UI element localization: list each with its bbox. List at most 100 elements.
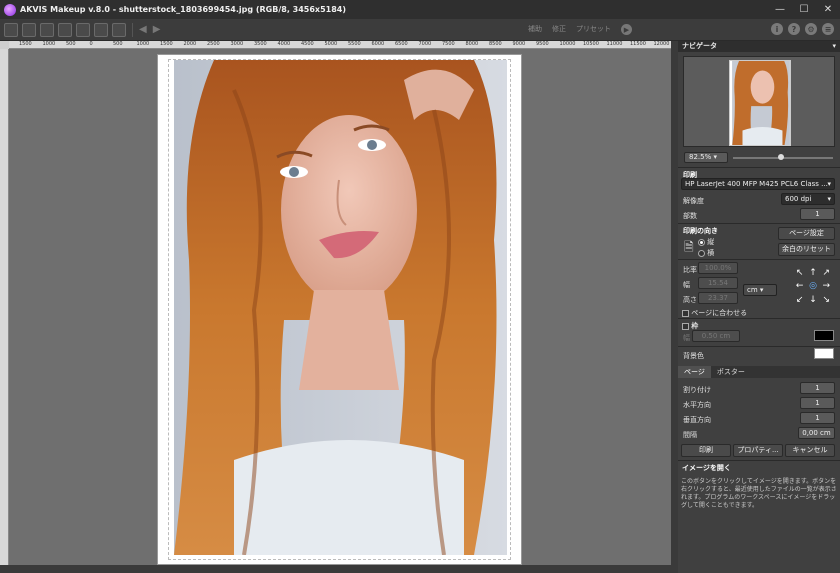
vertical-label: 垂直方向 (683, 416, 711, 424)
frame-label: 枠 (691, 322, 699, 330)
zoom-slider-thumb[interactable] (778, 154, 784, 160)
frame-color-swatch[interactable] (814, 330, 834, 341)
ruler-tick-label: 8500 (489, 41, 502, 47)
section-divider (678, 259, 840, 260)
print-button[interactable]: 印刷 (681, 444, 731, 457)
zoom-select[interactable]: 82.5% ▾ (684, 152, 728, 163)
vertical-scrollbar[interactable] (671, 41, 678, 565)
width-input[interactable]: 15.54 (698, 277, 738, 289)
navigator-header: ナビゲータ ▾ (678, 41, 840, 52)
landscape-option: 横 (698, 248, 714, 258)
frame-checkbox[interactable] (682, 322, 689, 330)
align-bottom-left-icon[interactable]: ↙ (793, 295, 806, 308)
print-icon[interactable] (58, 22, 72, 37)
fit-page-label: ページに合わせる (691, 309, 748, 317)
save-as-icon[interactable] (40, 22, 54, 37)
align-top-right-icon[interactable]: ↗ (820, 268, 833, 281)
portrait-option: 縦 (698, 237, 714, 247)
unit-select[interactable]: cm ▾ (743, 284, 777, 296)
resolution-label: 解像度 (683, 197, 704, 205)
view-mode-tab[interactable]: 補助 (528, 24, 542, 35)
chevron-down-icon: ▾ (827, 195, 831, 203)
maximize-button[interactable]: ☐ (792, 0, 816, 19)
section-divider (678, 346, 840, 347)
tab-poster[interactable]: ポスター (711, 366, 751, 378)
reset-margins-button[interactable]: 余白のリセット (778, 243, 835, 256)
canvas-area[interactable] (9, 49, 671, 565)
info-icon[interactable]: i (771, 23, 783, 35)
right-panel: ナビゲータ ▾ 82.5% ▾ 印刷 HP LaserJet 400 MFP M… (678, 41, 840, 573)
ruler-tick-label: 6500 (395, 41, 408, 47)
ruler-tick-label: 7000 (418, 41, 432, 47)
align-center-icon[interactable]: ◎ (806, 281, 819, 294)
print-page-preview (157, 54, 522, 565)
section-divider (678, 318, 840, 319)
ruler-tick-label: 3000 (230, 41, 244, 47)
undo-icon[interactable]: ◀ (139, 24, 147, 35)
align-top-left-icon[interactable]: ↖ (793, 268, 806, 281)
navigator-preview[interactable] (683, 56, 835, 147)
share-icon[interactable] (76, 22, 90, 37)
panel-toggle-icon[interactable]: ≡ (822, 23, 834, 35)
vertical-input[interactable]: 1 (800, 412, 835, 424)
horizontal-scrollbar[interactable] (0, 565, 678, 573)
batch-icon[interactable] (94, 22, 108, 37)
fit-page-checkbox[interactable] (682, 309, 689, 317)
height-input[interactable]: 23.37 (698, 292, 738, 304)
copies-label: 部数 (683, 212, 697, 220)
copies-input[interactable]: 1 (800, 208, 835, 220)
ruler-tick-label: 1500 (19, 41, 32, 47)
ruler-tick-label: 5500 (348, 41, 361, 47)
horizontal-input[interactable]: 1 (800, 397, 835, 409)
ruler-tick-label: 1000 (136, 41, 150, 47)
landscape-label: 横 (707, 249, 715, 257)
ruler-tick-label: 12000 (653, 41, 670, 47)
alignment-grid: ↖ ↑ ↗ ← ◎ → ↙ ↓ ↘ (793, 268, 833, 308)
ruler-tick-label: 9500 (536, 41, 549, 47)
run-icon[interactable]: ▶ (621, 24, 632, 35)
navigator-title: ナビゲータ (682, 42, 717, 50)
minimize-button[interactable]: — (768, 0, 792, 19)
page-setup-button[interactable]: ページ設定 (778, 227, 835, 240)
collapse-icon[interactable]: ▾ (832, 41, 836, 52)
gap-input[interactable]: 0,00 cm (798, 427, 835, 439)
redo-icon[interactable]: ▶ (153, 24, 161, 35)
ruler-tick-label: 10500 (583, 41, 599, 47)
scale-input[interactable]: 100.0% (698, 262, 738, 274)
save-file-icon[interactable] (22, 22, 36, 37)
background-color-swatch[interactable] (814, 348, 834, 359)
close-button[interactable]: ✕ (816, 0, 840, 19)
portrait-radio[interactable] (698, 238, 705, 246)
align-right-icon[interactable]: → (820, 281, 833, 294)
align-left-icon[interactable]: ← (793, 281, 806, 294)
printer-select[interactable]: HP LaserJet 400 MFP M425 PCL6 Class ... ▾ (681, 178, 835, 190)
window-title: AKVIS Makeup v.8.0 - shutterstock_180369… (20, 5, 347, 14)
width-label: 幅 (683, 281, 690, 289)
frame-size-input[interactable]: 0.50 cm (692, 330, 740, 342)
process-mode-tab[interactable]: 修正 (552, 24, 566, 35)
ruler-tick-label: 5000 (324, 41, 338, 47)
resolution-select[interactable]: 600 dpi ▾ (781, 193, 835, 205)
page-icon: 🗎 (684, 240, 694, 254)
horizontal-label: 水平方向 (683, 401, 711, 409)
printer-value: HP LaserJet 400 MFP M425 PCL6 Class ... (685, 180, 828, 188)
tab-page[interactable]: ページ (678, 366, 711, 378)
align-bottom-icon[interactable]: ↓ (806, 295, 819, 308)
properties-button[interactable]: プロパティ... (733, 444, 783, 457)
align-bottom-right-icon[interactable]: ↘ (820, 295, 833, 308)
cancel-button[interactable]: キャンセル (785, 444, 835, 457)
help-icon[interactable]: ? (788, 23, 800, 35)
settings-icon[interactable]: ⚙ (805, 23, 817, 35)
fit-page-option: ページに合わせる (682, 308, 747, 318)
ruler-corner (0, 41, 9, 49)
navigator-thumbnail (729, 60, 791, 146)
ruler-tick-label: 3500 (254, 41, 267, 47)
landscape-radio[interactable] (698, 249, 705, 257)
scale-label: 比率 (683, 266, 697, 274)
layout-input[interactable]: 1 (800, 382, 835, 394)
preset-mode-tab[interactable]: プリセット (576, 24, 611, 35)
ruler-tick-label: 8000 (465, 41, 479, 47)
open-file-icon[interactable] (4, 22, 18, 37)
align-top-icon[interactable]: ↑ (806, 268, 819, 281)
plugin-icon[interactable] (112, 22, 126, 37)
